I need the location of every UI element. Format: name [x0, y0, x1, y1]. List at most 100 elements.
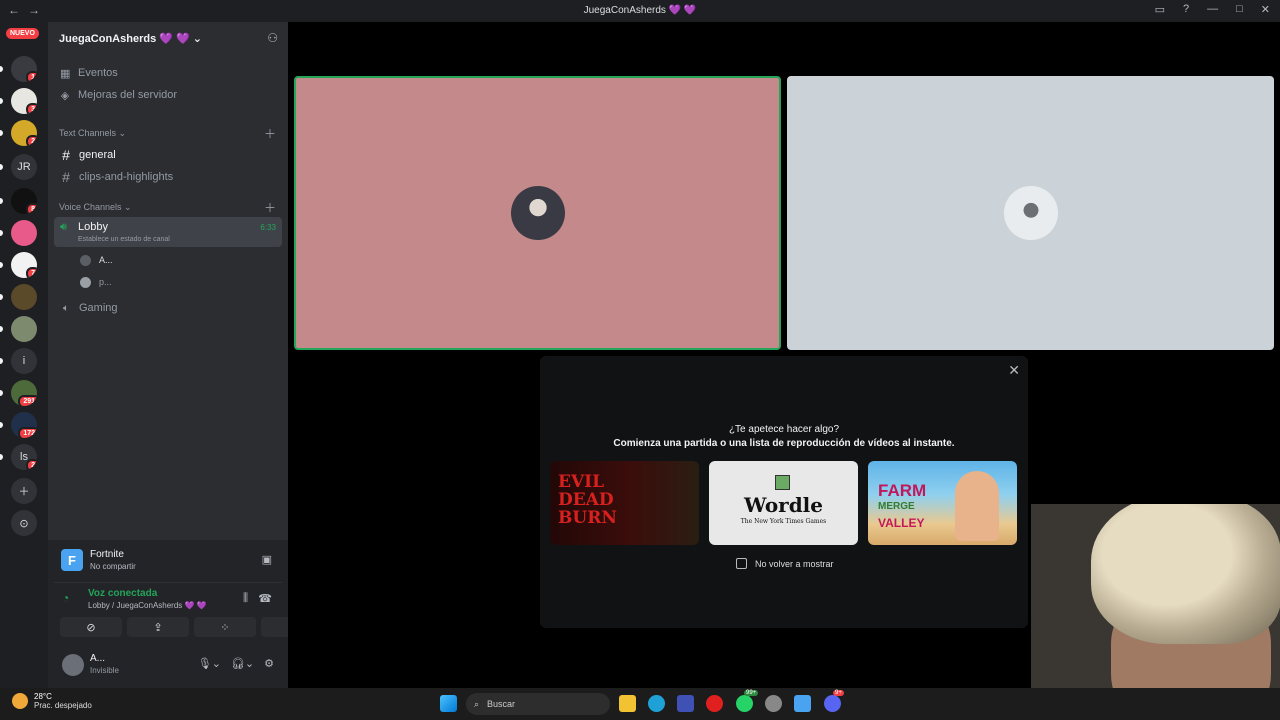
- server-icon[interactable]: ls 2: [11, 444, 37, 470]
- server-icon[interactable]: i: [11, 348, 37, 374]
- dont-show-again[interactable]: No volver a mostrar: [736, 558, 834, 569]
- channel-general[interactable]: # general: [54, 144, 282, 166]
- game-card-wordle[interactable]: Wordle The New York Times Games: [709, 461, 858, 545]
- text-channels-category[interactable]: Text Channels ⌄ ＋: [48, 124, 288, 142]
- create-text-channel-icon[interactable]: ＋: [264, 125, 276, 142]
- mention-badge: 2: [26, 135, 37, 146]
- signal-icon[interactable]: ◔: [62, 591, 69, 605]
- weather-widget[interactable]: 28°C Prac. despejado: [12, 692, 92, 710]
- server-icon[interactable]: JR: [11, 154, 37, 180]
- close-window-icon[interactable]: ✕: [1261, 3, 1270, 16]
- speaker-icon: 🔈︎: [63, 302, 69, 314]
- windows-start-icon[interactable]: [440, 695, 457, 712]
- server-icon[interactable]: 2: [11, 120, 37, 146]
- activities-button[interactable]: ⁘: [194, 617, 256, 637]
- file-explorer-icon[interactable]: [619, 695, 636, 712]
- unread-pill: [0, 230, 3, 236]
- server-initials: JR: [17, 161, 31, 173]
- activity-row[interactable]: F Fortnite No compartir ▣: [54, 544, 282, 576]
- channel-label: Gaming: [79, 302, 118, 314]
- server-icon[interactable]: [11, 284, 37, 310]
- events-item[interactable]: ▦ Eventos: [48, 62, 288, 84]
- search-box[interactable]: ⌕ Buscar: [466, 693, 610, 715]
- new-badge[interactable]: NUEVO: [6, 28, 39, 39]
- game-title: Wordle: [743, 493, 823, 517]
- headphones-icon[interactable]: 🎧︎⌄: [231, 657, 254, 670]
- add-server-icon[interactable]: ＋: [11, 478, 37, 504]
- game-card-evil-dead[interactable]: EVIL DEAD BURN: [550, 461, 699, 545]
- avatar[interactable]: [62, 654, 84, 676]
- lobby-name: Lobby: [78, 221, 108, 233]
- camera-off-button[interactable]: ⊘: [60, 617, 122, 637]
- unread-pill: [0, 358, 3, 364]
- invite-people-icon[interactable]: ⚇: [267, 31, 278, 45]
- whatsapp-icon[interactable]: 99+: [736, 690, 759, 712]
- explore-servers-icon[interactable]: ⊙: [11, 510, 37, 536]
- voice-channel-gaming[interactable]: 🔈︎ Gaming: [54, 297, 282, 319]
- microphone-icon[interactable]: 🎙︎⌄: [198, 657, 221, 670]
- server-rail: NUEVO 1 3 2 JR 8 7 i 291 172 ls 2 ＋ ⊙: [0, 22, 48, 688]
- gear-icon[interactable]: ⚙: [264, 657, 274, 670]
- channel-clips-and-highlights[interactable]: # clips-and-highlights: [54, 166, 282, 188]
- game-title: EVIL DEAD BURN: [558, 473, 617, 527]
- game-title: FARM MERGE VALLEY: [878, 481, 927, 531]
- server-icon[interactable]: 1: [11, 56, 37, 82]
- discord-icon[interactable]: 9+: [824, 690, 844, 712]
- voice-title: Voz conectada: [88, 588, 158, 599]
- server-icon[interactable]: 3: [11, 88, 37, 114]
- fortnite-taskbar-icon[interactable]: [794, 695, 811, 712]
- game-title-line: FARM: [878, 481, 927, 500]
- mention-badge: 291: [18, 395, 37, 406]
- share-screen-button[interactable]: ⇪: [127, 617, 189, 637]
- server-icon[interactable]: 172: [11, 412, 37, 438]
- hair-image: [1091, 504, 1280, 644]
- channel-status[interactable]: Establece un estado de canal: [78, 236, 170, 243]
- server-icon[interactable]: 291: [11, 380, 37, 406]
- game-title-line: VALLEY: [878, 516, 925, 530]
- game-title-line: DEAD: [558, 490, 614, 510]
- mention-badge: 1: [26, 71, 37, 82]
- character-image: [955, 471, 999, 541]
- edge-icon[interactable]: [648, 695, 665, 712]
- voice-connected: ◔ Voz conectada Lobby / JuegaConAsherds …: [54, 582, 282, 612]
- inbox-icon[interactable]: ▭: [1155, 3, 1165, 16]
- activity-prompt: ✕ ¿Te apetece hacer algo? Comienza una p…: [540, 356, 1028, 628]
- server-icon[interactable]: [11, 316, 37, 342]
- chrome-icon[interactable]: [765, 695, 782, 712]
- disconnect-icon[interactable]: ☎: [258, 592, 272, 605]
- voice-channel-lobby[interactable]: 🔊︎ Lobby Establece un estado de canal 6:…: [54, 217, 282, 247]
- sun-icon: [12, 693, 28, 709]
- close-icon[interactable]: ✕: [1008, 362, 1020, 379]
- server-icon[interactable]: 8: [11, 188, 37, 214]
- unread-pill: [0, 390, 3, 396]
- mention-badge: 172: [18, 427, 37, 438]
- voice-timer: 6:33: [260, 223, 276, 232]
- server-header[interactable]: JuegaConAsherds 💜 💜 ⌄ ⚇: [48, 22, 288, 54]
- noise-suppression-icon[interactable]: ⫼: [243, 592, 248, 605]
- maximize-icon[interactable]: □: [1236, 3, 1243, 16]
- activity-name: Fortnite: [90, 549, 124, 560]
- server-icon[interactable]: 7: [11, 252, 37, 278]
- unread-pill: [0, 294, 3, 300]
- opera-icon[interactable]: [706, 695, 723, 712]
- help-icon[interactable]: ?: [1183, 3, 1189, 16]
- avatar: [510, 186, 565, 240]
- participant-tile[interactable]: [787, 76, 1274, 350]
- text-category-label: Text Channels: [59, 128, 117, 138]
- participant-tile[interactable]: [294, 76, 781, 350]
- voice-member[interactable]: A...: [48, 249, 288, 271]
- chevron-down-icon: ⌄: [189, 32, 202, 45]
- checkbox[interactable]: [736, 558, 747, 569]
- voice-location[interactable]: Lobby / JuegaConAsherds 💜 💜: [88, 601, 207, 610]
- game-card-farm-merge-valley[interactable]: FARM MERGE VALLEY: [868, 461, 1017, 545]
- store-icon[interactable]: [677, 695, 694, 712]
- create-voice-channel-icon[interactable]: ＋: [264, 199, 276, 216]
- user-area: A... Invisible 🎙︎⌄ 🎧︎⌄ ⚙: [54, 650, 282, 680]
- voice-member[interactable]: p...: [48, 271, 288, 293]
- unread-pill: [0, 326, 3, 332]
- voice-channels-category[interactable]: Voice Channels ⌄ ＋: [48, 198, 288, 216]
- minimize-icon[interactable]: —: [1207, 3, 1218, 16]
- server-icon[interactable]: [11, 220, 37, 246]
- server-boosts-item[interactable]: ◈ Mejoras del servidor: [48, 84, 288, 106]
- share-screen-icon[interactable]: ▣: [262, 553, 272, 566]
